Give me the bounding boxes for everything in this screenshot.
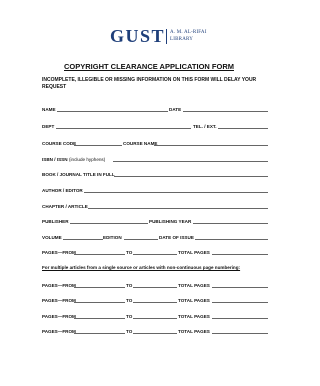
row-isbn: ISBN / ISSN (include hyphens) (42, 155, 268, 163)
course-code-label: COURSE CODE (42, 141, 77, 146)
volume-label: VOLUME (42, 235, 62, 240)
pages-from-label: PAGES—FROM (42, 250, 76, 255)
chapter-field[interactable] (88, 208, 268, 209)
logo-wordmark: GUST (110, 26, 166, 46)
row-course: COURSE CODE COURSE NAME (42, 139, 268, 147)
row-pages-multi-3: PAGES—FROM TO TOTAL PAGES (42, 312, 268, 320)
total-pages-field[interactable] (212, 287, 268, 288)
pages-from-field[interactable] (74, 254, 125, 255)
row-publisher: PUBLISHER PUBLISHING YEAR (42, 217, 268, 225)
isbn-note: (include hyphens) (69, 157, 106, 162)
volume-field[interactable] (63, 239, 103, 240)
publisher-label: PUBLISHER (42, 219, 69, 224)
form-page: GUST A. M. AL-RIFAI LIBRARY COPYRIGHT CL… (0, 0, 298, 386)
author-label: AUTHOR / EDITOR (42, 188, 83, 193)
pages-to-label: TO (126, 329, 133, 334)
pages-to-field[interactable] (133, 333, 177, 334)
isbn-label: ISBN / ISSN (42, 157, 68, 162)
pages-from-field[interactable] (74, 318, 125, 319)
row-chapter: CHAPTER / ARTICLE (42, 202, 268, 210)
dept-label: DEPT (42, 124, 55, 129)
row-volume: VOLUME EDITION DATE OF ISSUE (42, 233, 268, 241)
publishing-year-field[interactable] (193, 223, 268, 224)
form-warning: INCOMPLETE, ILLEGIBLE OR MISSING INFORMA… (42, 77, 257, 90)
row-author: AUTHOR / EDITOR (42, 186, 268, 194)
pages-from-field[interactable] (74, 302, 125, 303)
dept-field[interactable] (56, 128, 191, 129)
publishing-year-label: PUBLISHING YEAR (149, 219, 192, 224)
total-pages-field[interactable] (212, 254, 268, 255)
total-pages-field[interactable] (212, 302, 268, 303)
name-label: NAME (42, 107, 56, 112)
row-pages-multi-1: PAGES—FROM TO TOTAL PAGES (42, 281, 268, 289)
row-book-title: BOOK / JOURNAL TITLE IN FULL (42, 170, 268, 178)
pages-from-field[interactable] (74, 333, 125, 334)
course-name-field[interactable] (154, 145, 268, 146)
logo-subtitle: A. M. AL-RIFAI LIBRARY (170, 29, 207, 43)
course-name-label: COURSE NAME (123, 141, 158, 146)
form-title: COPYRIGHT CLEARANCE APPLICATION FORM (64, 62, 234, 71)
pages-to-label: TO (126, 283, 133, 288)
logo-subtitle-line2: LIBRARY (170, 37, 194, 42)
row-name-date: NAME DATE (42, 105, 268, 113)
logo-subtitle-line1: A. M. AL-RIFAI (170, 30, 207, 35)
tel-label: TEL. / EXT. (193, 124, 217, 129)
author-field[interactable] (84, 192, 268, 193)
logo-divider (166, 29, 167, 44)
date-of-issue-label: DATE OF ISSUE (159, 235, 194, 240)
pages-to-label: TO (126, 298, 133, 303)
total-pages-label: TOTAL PAGES (178, 283, 210, 288)
edition-label: EDITION (103, 235, 122, 240)
book-title-field[interactable] (114, 176, 268, 177)
pages-from-label: PAGES—FROM (42, 329, 76, 334)
pages-to-label: TO (126, 314, 133, 319)
chapter-label: CHAPTER / ARTICLE (42, 204, 88, 209)
total-pages-label: TOTAL PAGES (178, 329, 210, 334)
row-pages-multi-4: PAGES—FROM TO TOTAL PAGES (42, 327, 268, 335)
multiple-articles-note: For multiple articles from a single sour… (42, 265, 241, 270)
row-dept-tel: DEPT TEL. / EXT. (42, 122, 268, 130)
total-pages-label: TOTAL PAGES (178, 298, 210, 303)
pages-to-label: TO (126, 250, 133, 255)
date-of-issue-field[interactable] (195, 239, 268, 240)
pages-to-field[interactable] (133, 254, 177, 255)
pages-from-field[interactable] (74, 287, 125, 288)
date-label: DATE (169, 107, 182, 112)
total-pages-field[interactable] (212, 318, 268, 319)
row-pages: PAGES—FROM TO TOTAL PAGES (42, 248, 268, 256)
total-pages-label: TOTAL PAGES (178, 250, 210, 255)
library-logo: GUST A. M. AL-RIFAI LIBRARY (0, 26, 298, 48)
pages-from-label: PAGES—FROM (42, 298, 76, 303)
date-field[interactable] (183, 111, 268, 112)
pages-to-field[interactable] (133, 287, 177, 288)
total-pages-field[interactable] (212, 333, 268, 334)
course-code-field[interactable] (74, 145, 122, 146)
total-pages-label: TOTAL PAGES (178, 314, 210, 319)
publisher-field[interactable] (70, 223, 148, 224)
pages-from-label: PAGES—FROM (42, 314, 76, 319)
edition-field[interactable] (124, 239, 158, 240)
book-title-label: BOOK / JOURNAL TITLE IN FULL (42, 172, 115, 177)
name-field[interactable] (57, 111, 168, 112)
pages-from-label: PAGES—FROM (42, 283, 76, 288)
pages-to-field[interactable] (133, 302, 177, 303)
tel-field[interactable] (218, 128, 268, 129)
row-pages-multi-2: PAGES—FROM TO TOTAL PAGES (42, 296, 268, 304)
pages-to-field[interactable] (133, 318, 177, 319)
isbn-field[interactable] (113, 161, 268, 162)
